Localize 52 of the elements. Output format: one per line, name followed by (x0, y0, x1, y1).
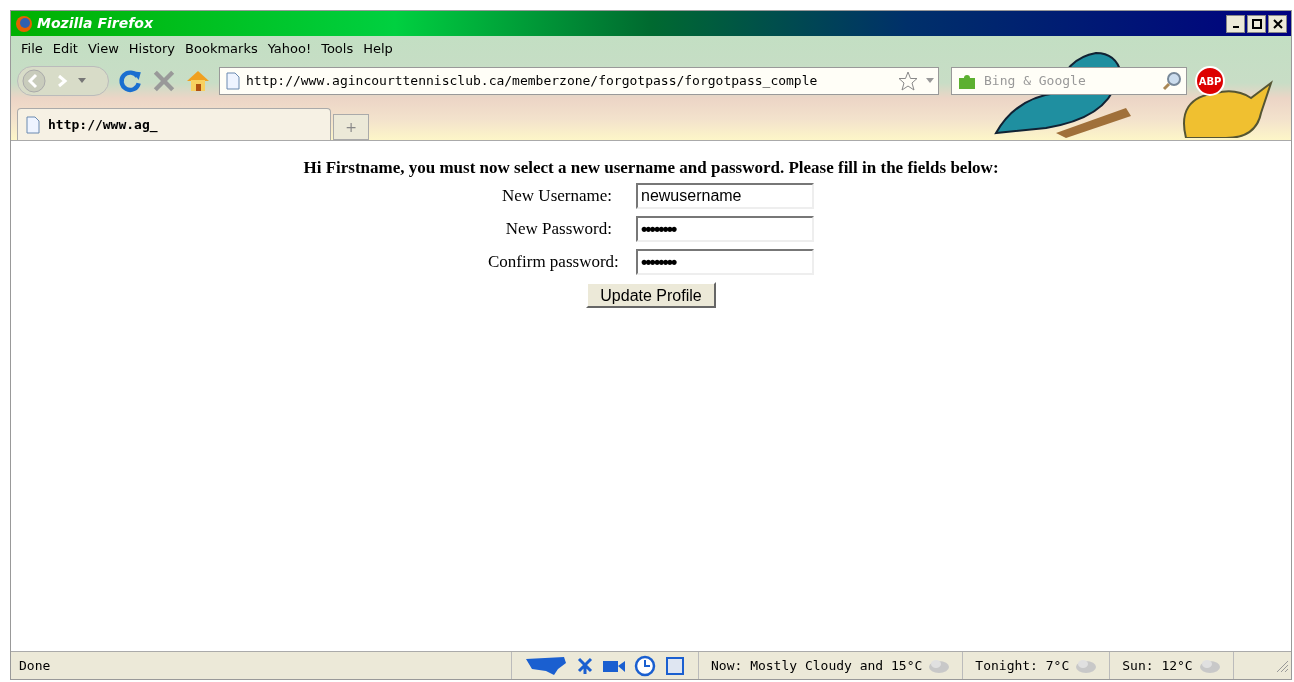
menu-item[interactable]: Yahoo! (263, 39, 316, 59)
search-icon[interactable] (1162, 71, 1182, 91)
maximize-icon (1251, 18, 1262, 29)
cloud-icon (1075, 657, 1098, 674)
field-value: newusername (641, 186, 742, 206)
page-icon (226, 72, 240, 90)
window-title: Mozilla Firefox (37, 14, 153, 33)
close-button[interactable] (1268, 14, 1287, 33)
search-input[interactable]: Bing & Google (984, 71, 1158, 91)
password-field[interactable]: •••••••• (636, 249, 814, 275)
page-heading: Hi Firstname, you must now select a new username and password. Please fill in the fields below: (303, 157, 999, 179)
search-field[interactable]: Bing & Google (951, 67, 1187, 95)
star-icon[interactable] (898, 71, 918, 91)
weather-text: Now: Mostly Cloudy and 15°C (711, 656, 923, 675)
field-value: •••••••• (641, 250, 676, 274)
satellite-icon[interactable] (576, 655, 594, 676)
reload-icon[interactable] (117, 68, 143, 94)
field-label: New Password: (504, 218, 613, 241)
address-field[interactable]: http://www.agincourttennisclub.ca/memberzone/forgotpass/forgotpass_comple (219, 67, 939, 95)
field-label: Confirm password: (488, 251, 620, 274)
tab-title: http://www.ag_ (48, 115, 158, 135)
menu-item[interactable]: File (17, 39, 47, 59)
update-profile-button[interactable]: Update Profile (586, 281, 716, 308)
password-field[interactable]: •••••••• (636, 216, 814, 242)
caret-icon (78, 78, 86, 84)
minimize-button[interactable] (1226, 14, 1245, 33)
maximize-button[interactable] (1247, 14, 1266, 33)
clock-icon[interactable] (634, 654, 656, 677)
menu-item[interactable]: History (124, 39, 180, 59)
browser-tab[interactable]: http://www.ag_ (17, 108, 331, 140)
field-value: •••••••• (641, 217, 676, 241)
menu-item[interactable]: View (83, 39, 123, 59)
weather-text: Tonight: 7°C (975, 656, 1070, 675)
resize-grip-icon (1275, 658, 1289, 673)
address-text: http://www.agincourttennisclub.ca/memberzone/forgotpass/forgotpass_comple (246, 72, 819, 91)
home-icon[interactable] (185, 69, 211, 93)
menu-item[interactable]: Help (359, 39, 397, 59)
close-icon (1272, 18, 1283, 29)
adblock-badge[interactable]: ABP (1195, 66, 1225, 96)
weather-text: Sun: 12°C (1122, 656, 1193, 675)
page-icon (26, 115, 40, 134)
menu-item[interactable]: Tools (317, 39, 358, 59)
cloud-icon (1198, 657, 1221, 674)
minimize-icon (1232, 25, 1239, 28)
cloud-icon (928, 657, 951, 674)
menu-item[interactable]: Bookmarks (181, 39, 262, 59)
input-field[interactable]: newusername (636, 183, 814, 209)
menu-item[interactable]: Edit (48, 39, 82, 59)
dropdown-caret-icon[interactable] (926, 78, 934, 84)
status-text: Done (18, 656, 52, 675)
firefox-logo-icon (15, 14, 33, 33)
field-label: New Username: (501, 185, 613, 208)
